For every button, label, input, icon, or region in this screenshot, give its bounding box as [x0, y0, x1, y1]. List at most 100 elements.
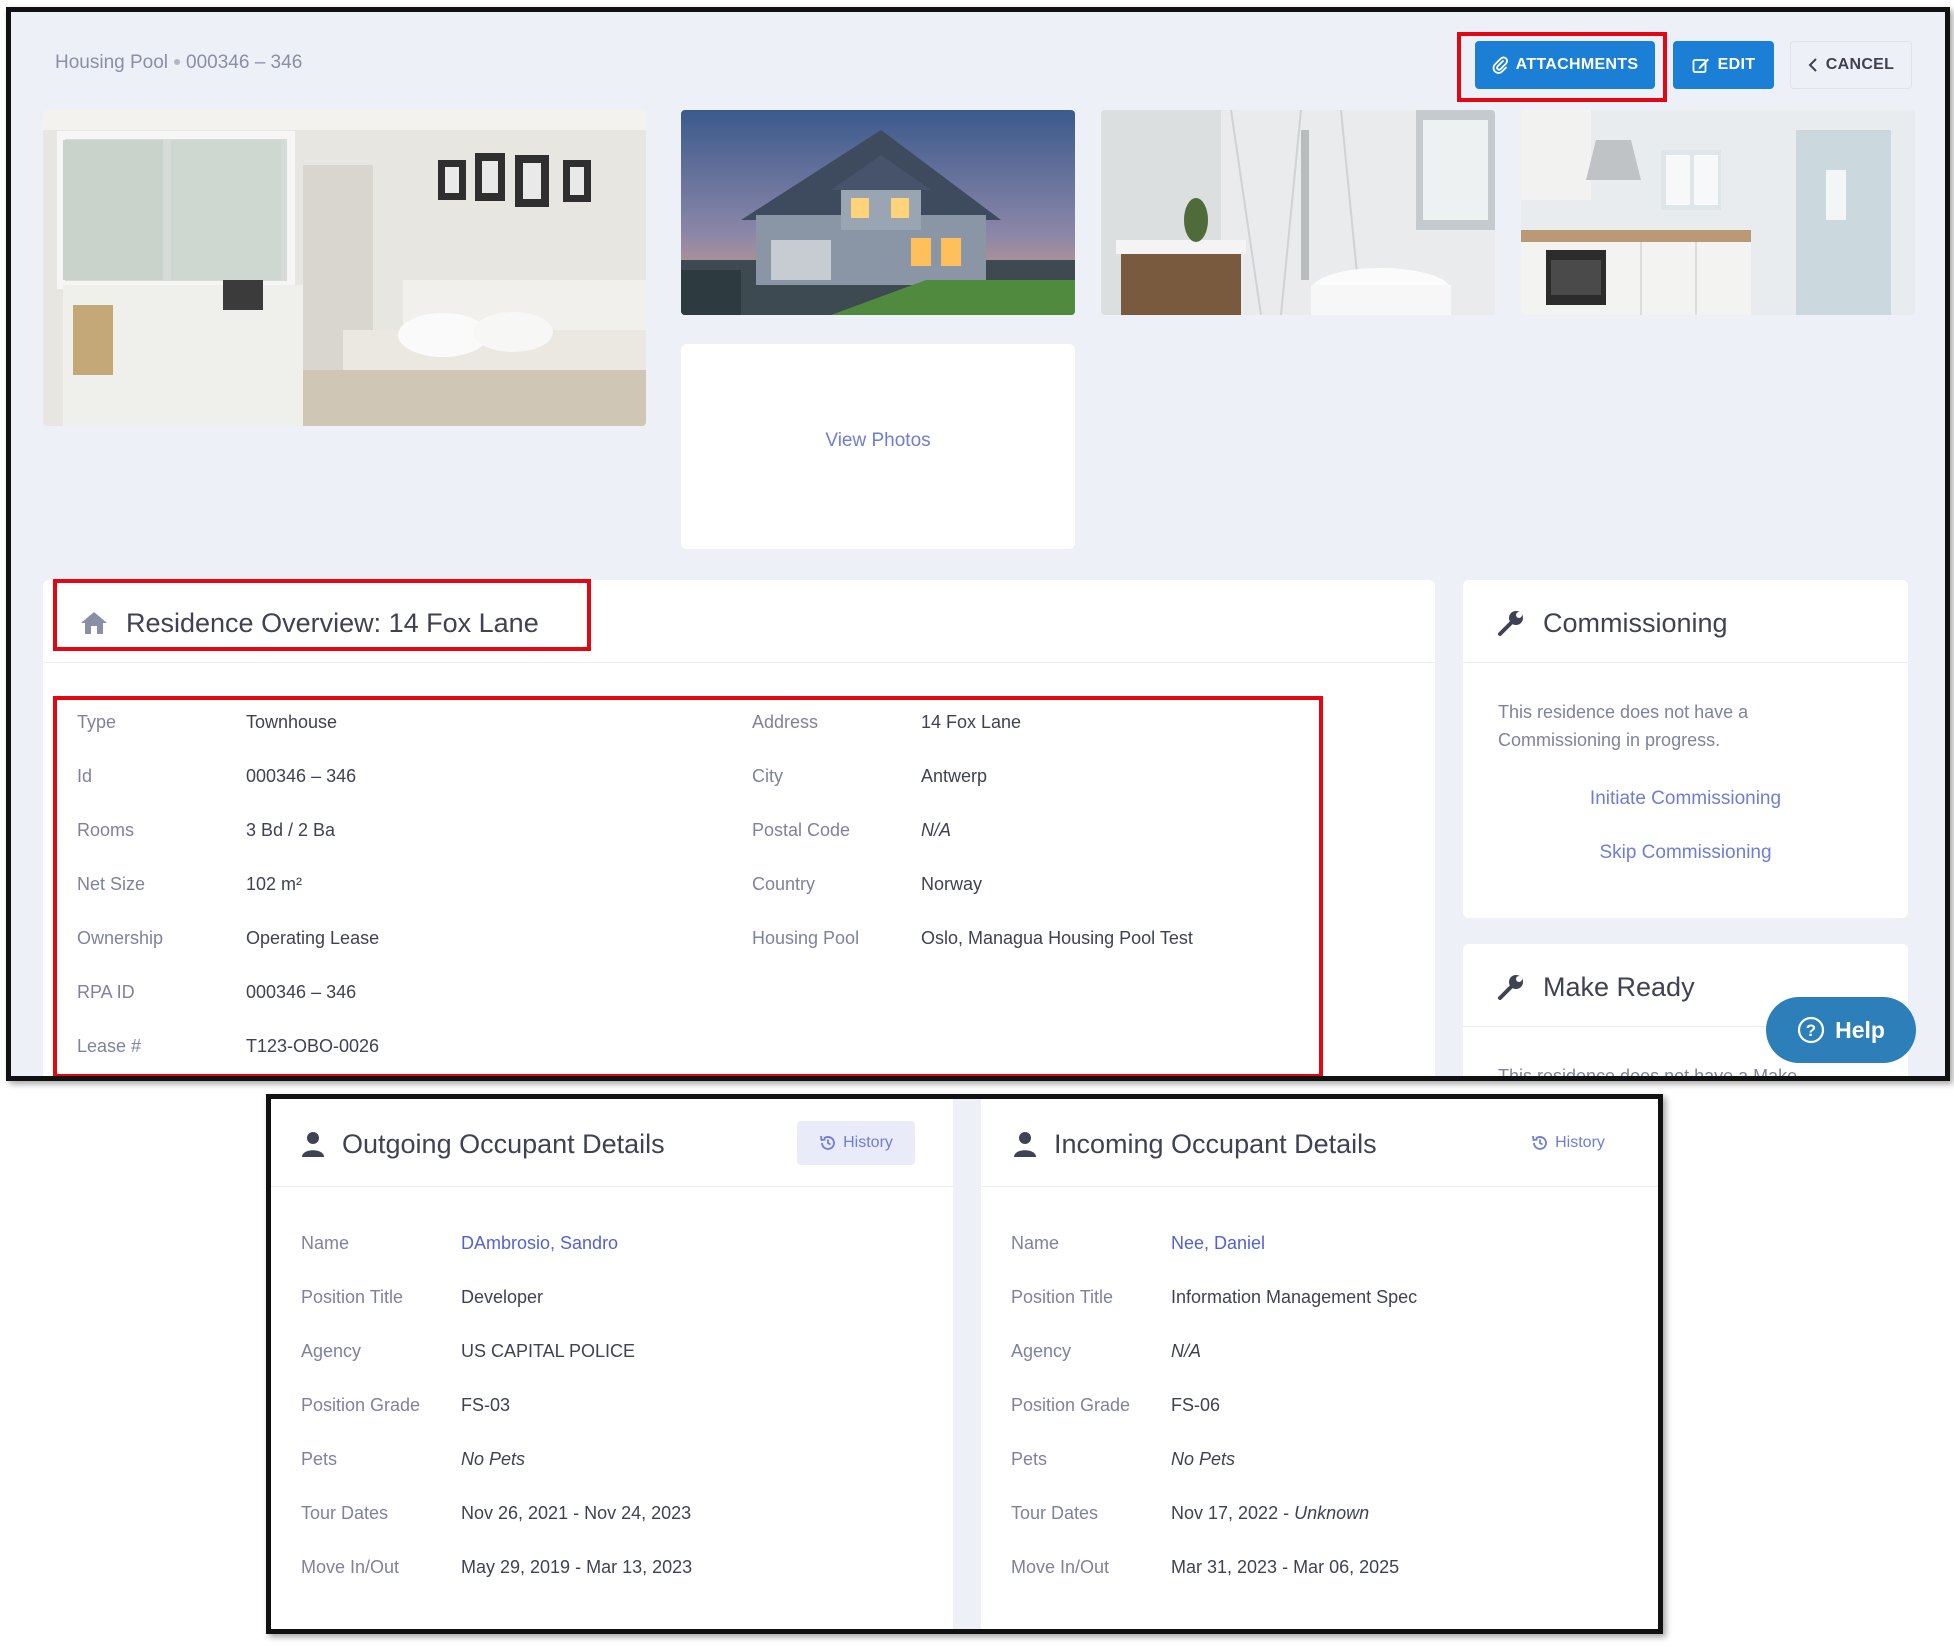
bedroom-photo-image: [43, 110, 646, 426]
type-label: Type: [77, 712, 117, 732]
id-label: Id: [77, 766, 93, 786]
skip-commissioning-link[interactable]: Skip Commissioning: [1463, 842, 1908, 864]
outgoing-occupant-card: Outgoing Occupant Details History Name D…: [271, 1099, 953, 1629]
net-size-value: 102 m²: [246, 874, 303, 894]
bathroom-photo[interactable]: [1101, 110, 1495, 315]
view-photos-link[interactable]: View Photos: [681, 430, 1075, 452]
incoming-title: Incoming Occupant Details: [1054, 1129, 1377, 1159]
outgoing-agency-label: Agency: [301, 1341, 362, 1361]
history-icon: [1532, 1135, 1547, 1150]
breadcrumb-id: 000346 – 346: [186, 52, 303, 73]
type-value: Townhouse: [246, 712, 338, 732]
incoming-pets-value: No Pets: [1171, 1449, 1236, 1469]
incoming-position-grade-label: Position Grade: [1011, 1395, 1131, 1415]
incoming-tour-end-unknown: Unknown: [1294, 1503, 1370, 1523]
incoming-history-button[interactable]: History: [1509, 1121, 1627, 1165]
incoming-agency-label: Agency: [1011, 1341, 1072, 1361]
ownership-label: Ownership: [77, 928, 164, 948]
incoming-history-label: History: [1555, 1134, 1605, 1151]
commissioning-message-line1: This residence does not have a: [1498, 702, 1749, 722]
incoming-move-label: Move In/Out: [1011, 1557, 1110, 1577]
address-value: 14 Fox Lane: [921, 712, 1022, 732]
city-value: Antwerp: [921, 766, 988, 786]
breadcrumb: Housing Pool 000346 – 346: [55, 52, 302, 74]
outgoing-pets-value: No Pets: [461, 1449, 526, 1469]
outgoing-tour-dates-label: Tour Dates: [301, 1503, 389, 1523]
lease-label: Lease #: [77, 1036, 142, 1056]
question-circle-icon: ?: [1797, 1016, 1825, 1044]
housing-pool-label: Housing Pool: [752, 928, 860, 948]
postal-code-value: N/A: [921, 820, 952, 840]
bathroom-image: [1101, 110, 1495, 315]
attachments-button[interactable]: ATTACHMENTS: [1475, 41, 1655, 89]
kitchen-image: [1521, 110, 1915, 315]
attachments-label: ATTACHMENTS: [1515, 56, 1639, 73]
make-ready-title: Make Ready: [1543, 972, 1695, 1002]
chevron-left-icon: [1808, 58, 1817, 72]
wrench-icon: [1498, 611, 1523, 636]
outgoing-pets-label: Pets: [301, 1449, 338, 1469]
outgoing-tour-dates-value: Nov 26, 2021 - Nov 24, 2023: [461, 1503, 692, 1523]
initiate-commissioning-link[interactable]: Initiate Commissioning: [1463, 788, 1908, 810]
commissioning-title: Commissioning: [1543, 608, 1728, 638]
ownership-value: Operating Lease: [246, 928, 380, 948]
outgoing-history-label: History: [843, 1134, 893, 1151]
occupant-details-panel: Outgoing Occupant Details History Name D…: [266, 1094, 1663, 1634]
view-photos-card[interactable]: View Photos: [681, 344, 1075, 549]
net-size-label: Net Size: [77, 874, 146, 894]
help-label: Help: [1835, 1016, 1885, 1043]
house-exterior-image: [681, 110, 1075, 315]
outgoing-title: Outgoing Occupant Details: [342, 1129, 665, 1159]
incoming-position-grade-value: FS-06: [1171, 1395, 1221, 1415]
wrench-icon: [1498, 975, 1523, 1000]
incoming-agency-value: N/A: [1171, 1341, 1202, 1361]
incoming-position-title-value: Information Management Spec: [1171, 1287, 1418, 1307]
rooms-value: 3 Bd / 2 Ba: [246, 820, 336, 840]
incoming-name-link[interactable]: Nee, Daniel: [1171, 1233, 1265, 1254]
country-value: Norway: [921, 874, 983, 894]
country-label: Country: [752, 874, 816, 894]
outgoing-position-grade-label: Position Grade: [301, 1395, 421, 1415]
user-icon: [302, 1132, 324, 1157]
id-value: 000346 – 346: [246, 766, 357, 786]
postal-code-label: Postal Code: [752, 820, 851, 840]
help-button[interactable]: ? Help: [1766, 997, 1916, 1063]
history-icon: [820, 1135, 835, 1150]
lease-value: T123-OBO-0026: [246, 1036, 380, 1056]
incoming-move-value: Mar 31, 2023 - Mar 06, 2025: [1171, 1557, 1400, 1577]
housing-pool-value: Oslo, Managua Housing Pool Test: [921, 928, 1193, 948]
outgoing-position-grade-value: FS-03: [461, 1395, 511, 1415]
incoming-tour-start: Nov 17, 2022 -: [1171, 1503, 1295, 1523]
cancel-button[interactable]: CANCEL: [1790, 41, 1912, 89]
bedroom-photo[interactable]: [43, 110, 646, 426]
make-ready-message: This residence does not have a Make: [1498, 1066, 1798, 1081]
breadcrumb-separator: [174, 59, 181, 65]
commissioning-card: Commissioning This residence does not ha…: [1463, 580, 1908, 918]
outgoing-move-value: May 29, 2019 - Mar 13, 2023: [461, 1557, 693, 1577]
address-label: Address: [752, 712, 819, 732]
outgoing-agency-value: US CAPITAL POLICE: [461, 1341, 636, 1361]
overview-details-highlight: [53, 696, 1323, 1076]
rooms-label: Rooms: [77, 820, 135, 840]
outgoing-history-button[interactable]: History: [797, 1121, 915, 1165]
paperclip-icon: [1492, 56, 1508, 74]
incoming-name-label: Name: [1011, 1233, 1060, 1253]
incoming-occupant-card: Incoming Occupant Details History Name N…: [981, 1099, 1658, 1629]
kitchen-photo[interactable]: [1521, 110, 1915, 315]
breadcrumb-section[interactable]: Housing Pool: [55, 52, 168, 73]
incoming-tour-dates-value: Nov 17, 2022 - Unknown: [1171, 1503, 1369, 1524]
cancel-label: CANCEL: [1825, 56, 1895, 73]
svg-text:?: ?: [1806, 1021, 1816, 1040]
outgoing-position-title-value: Developer: [461, 1287, 544, 1307]
rpa-id-value: 000346 – 346: [246, 982, 357, 1002]
house-exterior-photo[interactable]: [681, 110, 1075, 315]
outgoing-move-label: Move In/Out: [301, 1557, 400, 1577]
incoming-pets-label: Pets: [1011, 1449, 1048, 1469]
rpa-id-label: RPA ID: [77, 982, 135, 1002]
user-icon: [1014, 1132, 1036, 1157]
overview-title-highlight: [53, 579, 591, 651]
outgoing-name-link[interactable]: DAmbrosio, Sandro: [461, 1233, 618, 1254]
edit-button[interactable]: EDIT: [1673, 41, 1774, 89]
city-label: City: [752, 766, 783, 786]
outgoing-position-title-label: Position Title: [301, 1287, 404, 1307]
